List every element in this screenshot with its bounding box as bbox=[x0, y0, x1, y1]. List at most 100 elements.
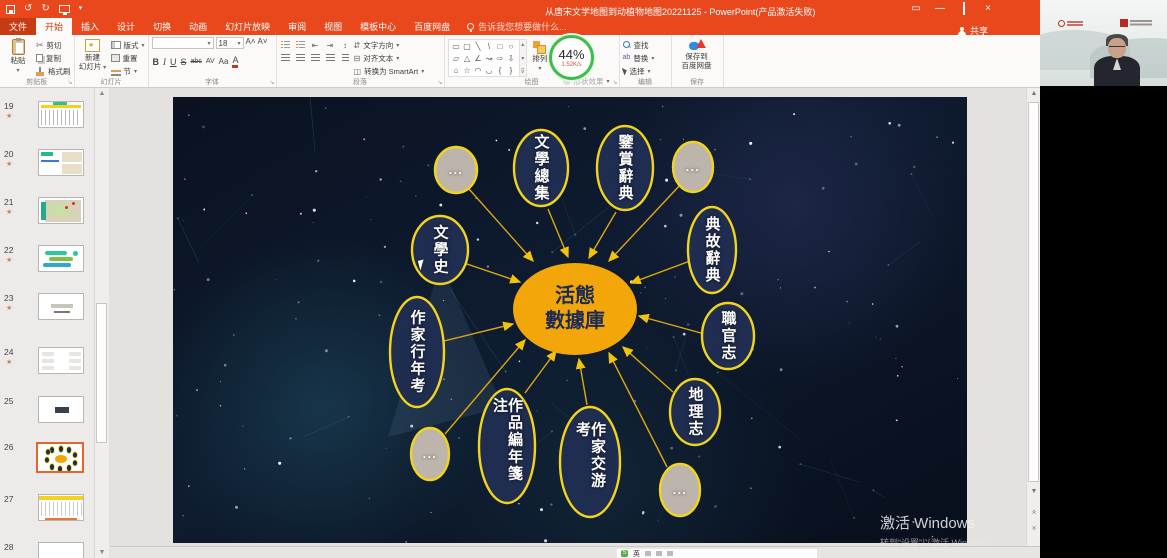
diagram-node-label[interactable]: ... bbox=[423, 447, 438, 461]
paste-button[interactable]: 粘贴▾ bbox=[3, 37, 33, 77]
scroll-down-button[interactable]: ▼ bbox=[1027, 486, 1041, 498]
shape-box-icon[interactable]: ▱ bbox=[453, 54, 459, 64]
save-icon[interactable] bbox=[6, 5, 15, 14]
slide-25-preview[interactable] bbox=[38, 396, 84, 423]
canvas-scrollbar[interactable]: ▲ ▼ « » bbox=[1026, 88, 1040, 546]
tab-insert[interactable]: 插入 bbox=[72, 18, 108, 35]
thumbnail-scrollbar[interactable]: ▲ ▼ bbox=[95, 88, 109, 558]
tab-design[interactable]: 设计 bbox=[108, 18, 144, 35]
shape-star-icon[interactable]: ☆ bbox=[463, 66, 470, 76]
select-button[interactable]: 选择▾ bbox=[623, 65, 655, 77]
net-speed-badge[interactable]: 44% 1.52K/s bbox=[549, 35, 594, 80]
diagram-node-label[interactable]: 文學總集 bbox=[534, 134, 549, 202]
paragraph-dialog-launcher-icon[interactable]: ↘ bbox=[437, 79, 442, 86]
save-to-baidu-button[interactable]: 保存到百度网盘 bbox=[675, 37, 719, 77]
strikethrough-abc-button[interactable]: abc bbox=[191, 57, 202, 67]
ime-toolbar-icon[interactable] bbox=[645, 551, 651, 556]
change-case-button[interactable]: Aa bbox=[219, 57, 229, 67]
font-color-button[interactable]: A bbox=[232, 55, 238, 68]
clipboard-dialog-launcher-icon[interactable]: ↘ bbox=[67, 79, 72, 86]
next-slide-button[interactable]: » bbox=[1027, 522, 1041, 534]
tab-view[interactable]: 视图 bbox=[315, 18, 351, 35]
tab-transitions[interactable]: 切换 bbox=[144, 18, 180, 35]
shapes-scroll-down-icon[interactable]: ▾ bbox=[521, 55, 525, 62]
center-node-label[interactable]: 活態 數據庫 bbox=[545, 284, 605, 334]
decrease-indent-button[interactable]: ⇤ bbox=[310, 40, 321, 50]
font-size-combo[interactable]: 18▾ bbox=[216, 37, 244, 49]
thumbnail-scroll-up-button[interactable]: ▲ bbox=[95, 88, 109, 99]
ime-language-indicator[interactable]: 英 bbox=[633, 549, 640, 558]
shape-line-icon[interactable]: ╲ bbox=[476, 42, 481, 52]
tell-me-box[interactable]: 告诉我您想要做什么... bbox=[459, 18, 575, 35]
shrink-font-button[interactable]: A˅ bbox=[258, 37, 268, 49]
justify-button[interactable] bbox=[325, 53, 336, 63]
convert-smartart-button[interactable]: ◫转换为 SmartArt▾ bbox=[354, 65, 425, 77]
redo-icon[interactable]: ↻ bbox=[41, 4, 49, 14]
slide-24-preview[interactable] bbox=[38, 347, 84, 374]
shape-curve-icon[interactable]: ↝ bbox=[486, 54, 493, 64]
bold-button[interactable]: B bbox=[153, 57, 160, 67]
bullets-button[interactable] bbox=[280, 40, 291, 50]
taskbar-ime-peek[interactable]: S 英 bbox=[617, 549, 817, 558]
slide-22-preview[interactable] bbox=[38, 245, 84, 272]
italic-button[interactable]: I bbox=[163, 57, 166, 67]
align-text-button[interactable]: ⊟对齐文本▾ bbox=[354, 52, 425, 64]
new-slide-button[interactable]: 新建幻灯片 ▾ bbox=[78, 37, 108, 77]
shape-pentagon-icon[interactable]: ⌂ bbox=[454, 66, 459, 76]
ribbon-display-options-button[interactable]: ▭ bbox=[904, 0, 928, 18]
diagram-node-label[interactable]: 作家行年考 bbox=[410, 310, 425, 395]
font-name-combo[interactable]: ▾ bbox=[152, 37, 214, 49]
slide-27-preview[interactable] bbox=[38, 494, 84, 521]
slide-19-preview[interactable] bbox=[38, 101, 84, 128]
diagram-node-label[interactable]: ... bbox=[449, 163, 464, 177]
diagram-node-label[interactable]: 作家交游考 bbox=[575, 422, 605, 503]
find-button[interactable]: 查找 bbox=[623, 39, 655, 51]
tab-baidu-netdisk[interactable]: 百度网盘 bbox=[405, 18, 459, 35]
thumbnail-scroll-down-button[interactable]: ▼ bbox=[95, 547, 109, 558]
restore-button[interactable] bbox=[952, 0, 976, 18]
ime-settings-icon[interactable] bbox=[667, 551, 673, 556]
font-dialog-launcher-icon[interactable]: ↘ bbox=[269, 79, 274, 86]
shape-down-arrow-icon[interactable]: ⇩ bbox=[508, 54, 515, 64]
shapes-gallery[interactable]: ▭ ▢ ╲ \ □ ○ ▱ △ ∠ ↝ ⇨ ⇩ ⌂ ☆ ◠ bbox=[448, 39, 520, 77]
diagram-node-label[interactable]: 鑒賞辭典 bbox=[618, 134, 633, 202]
close-button[interactable]: × bbox=[976, 0, 1000, 18]
undo-icon[interactable]: ↺ bbox=[24, 4, 32, 14]
thumbnail-scrollbar-thumb[interactable] bbox=[96, 303, 107, 443]
shape-brace-left-icon[interactable]: { bbox=[499, 66, 502, 76]
grow-font-button[interactable]: A˄ bbox=[246, 37, 256, 49]
section-button[interactable]: 节▾ bbox=[111, 65, 145, 77]
slideshow-icon[interactable] bbox=[59, 5, 70, 13]
reset-button[interactable]: 重置 bbox=[111, 52, 145, 64]
shape-arc-icon[interactable]: ◠ bbox=[475, 66, 482, 76]
canvas-scrollbar-thumb[interactable] bbox=[1028, 102, 1039, 482]
text-direction-button[interactable]: ⇵文字方向▾ bbox=[354, 39, 425, 51]
cut-button[interactable]: ✂剪切 bbox=[36, 39, 71, 51]
shape-square-icon[interactable]: □ bbox=[498, 42, 503, 52]
copy-button[interactable]: 复制 bbox=[36, 52, 71, 64]
slide-21-preview[interactable] bbox=[38, 197, 84, 224]
slide-23-preview[interactable] bbox=[38, 293, 84, 320]
numbering-button[interactable] bbox=[295, 40, 306, 50]
diagram-node-label[interactable]: 作品編年箋注 bbox=[492, 398, 522, 495]
slide-26-preview[interactable] bbox=[36, 442, 84, 473]
strikethrough-button[interactable]: S bbox=[181, 57, 187, 67]
tab-review[interactable]: 审阅 bbox=[279, 18, 315, 35]
shapes-scroll-up-icon[interactable]: ▴ bbox=[521, 41, 525, 48]
shape-rounded-rect-icon[interactable]: ▢ bbox=[463, 42, 471, 52]
video-overlay-panel[interactable] bbox=[1040, 0, 1167, 558]
columns-button[interactable] bbox=[340, 53, 351, 63]
diagram-node-label[interactable]: 地理志 bbox=[688, 387, 703, 438]
diagram-node-label[interactable]: ... bbox=[673, 483, 688, 497]
align-center-button[interactable] bbox=[295, 53, 306, 63]
character-spacing-button[interactable]: AV bbox=[206, 57, 215, 67]
tab-file[interactable]: 文件 bbox=[0, 18, 36, 35]
slide-canvas[interactable]: 文學總集 鑒賞辭典 ... 典故辭典 職官志 地理志 ... 作家交游考 作品編… bbox=[173, 97, 967, 543]
diagram-node-label[interactable]: 職官志 bbox=[721, 311, 736, 362]
minimize-button[interactable]: — bbox=[928, 0, 952, 18]
ime-keyboard-icon[interactable] bbox=[656, 551, 662, 556]
underline-button[interactable]: U bbox=[170, 57, 177, 67]
tab-template-center[interactable]: 模板中心 bbox=[351, 18, 405, 35]
format-painter-button[interactable]: 格式刷 bbox=[36, 65, 71, 77]
shapes-more-icon[interactable]: ⊽ bbox=[521, 68, 525, 75]
